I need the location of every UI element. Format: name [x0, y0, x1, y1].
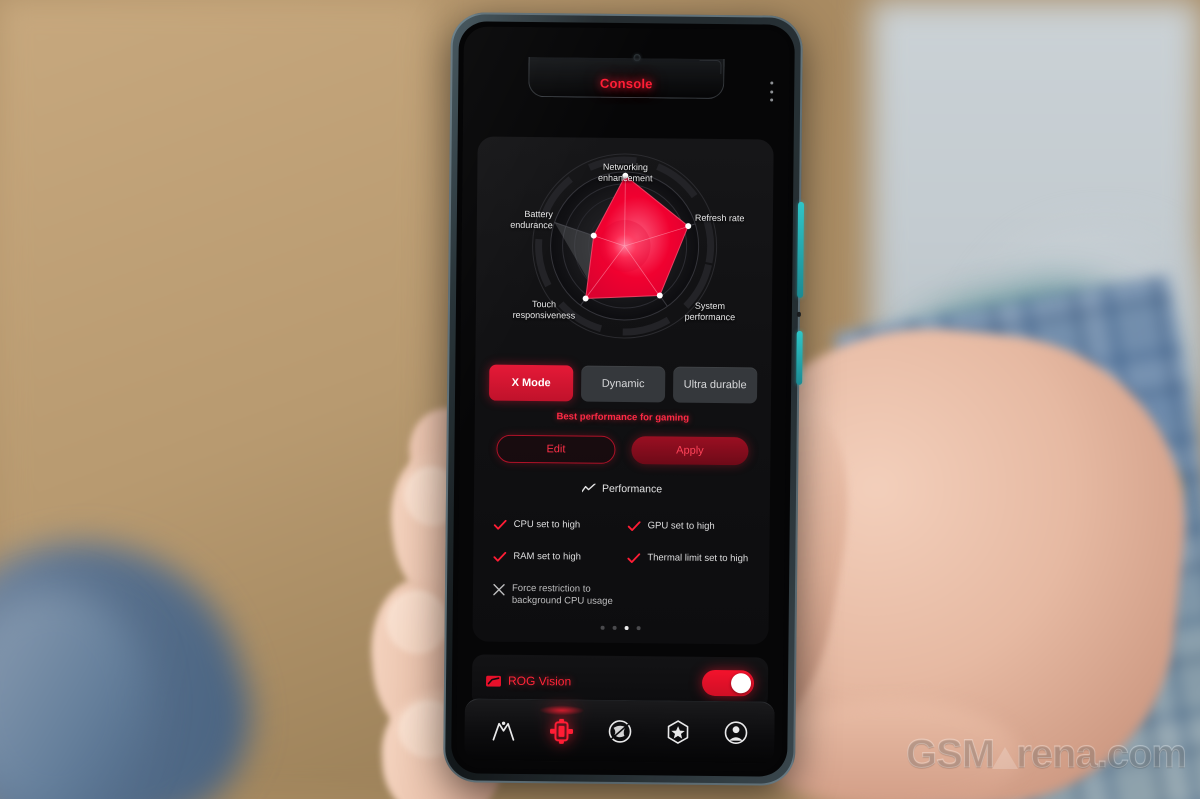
check-icon: [493, 551, 507, 562]
edit-button[interactable]: Edit: [496, 434, 616, 464]
checklist-item-label: Thermal limit set to high: [647, 552, 749, 565]
console-icon: [550, 718, 574, 744]
watermark-triangle-icon: [992, 746, 1019, 769]
mode-button-x-mode[interactable]: X Mode: [488, 364, 574, 402]
phone-screen: Console Networking enhancement Refresh r…: [456, 26, 790, 772]
star-badge-icon: [667, 720, 688, 744]
checklist-item: RAM set to high: [487, 541, 621, 574]
mode-description: Best performance for gaming: [556, 411, 690, 424]
bottom-navigation: [464, 698, 775, 764]
checklist-item-label: GPU set to high: [647, 520, 715, 532]
kebab-menu-icon[interactable]: [769, 81, 773, 102]
performance-checklist: CPU set to high GPU set to high RAM set …: [487, 509, 756, 620]
trending-line-icon: [581, 483, 596, 493]
checklist-item: Thermal limit set to high: [621, 542, 755, 575]
console-card: Networking enhancement Refresh rate Syst…: [472, 136, 774, 645]
toggle-knob: [730, 673, 752, 694]
watermark-right: rena.com: [1016, 732, 1188, 777]
rog-vision-left: ROG Vision: [486, 673, 572, 689]
checklist-item: GPU set to high: [622, 510, 756, 543]
armoury-crate-icon: [492, 721, 515, 741]
app-topbar: Console: [463, 56, 789, 107]
armoury-crate-app: Console Networking enhancement Refresh r…: [456, 26, 790, 771]
radar-axis-label-touch-responsiveness: Touch responsiveness: [512, 299, 576, 321]
globe-icon: [608, 720, 631, 743]
radar-axis-label-refresh-rate: Refresh rate: [694, 212, 745, 224]
rog-vision-toggle[interactable]: [701, 669, 755, 697]
sidebar-item-rewards[interactable]: [656, 711, 698, 753]
check-icon: [493, 519, 507, 530]
sidebar-item-profile[interactable]: [714, 711, 756, 753]
page-dot[interactable]: [636, 626, 641, 631]
checklist-item-label: RAM set to high: [513, 550, 581, 563]
cross-icon: [493, 583, 505, 596]
action-buttons: Edit Apply: [496, 434, 749, 466]
radar-axis-label-networking: Networking enhancement: [597, 161, 653, 184]
page-indicator[interactable]: [473, 624, 769, 631]
radar-axis-label-system-performance: System performance: [684, 300, 736, 323]
sidebar-item-armoury-crate[interactable]: [482, 709, 524, 751]
checklist-item-label: CPU set to high: [513, 518, 581, 531]
performance-heading: Performance: [474, 481, 770, 496]
mode-selector: X Mode Dynamic Ultra durable: [488, 364, 758, 404]
watermark: GSM rena.com: [906, 732, 1188, 777]
profile-icon: [724, 721, 747, 744]
check-icon: [627, 521, 641, 532]
rog-vision-label: ROG Vision: [507, 673, 572, 689]
sidebar-item-community[interactable]: [598, 710, 640, 752]
mode-button-ultra-durable[interactable]: Ultra durable: [672, 366, 758, 404]
apply-button[interactable]: Apply: [631, 436, 749, 466]
page-dot[interactable]: [612, 625, 617, 630]
active-nav-glow: [538, 704, 585, 716]
page-dot[interactable]: [600, 625, 605, 630]
checklist-item: Force restriction to background CPU usag…: [487, 573, 621, 618]
page-title: Console: [599, 75, 653, 92]
phone-bezel: Console Networking enhancement Refresh r…: [451, 21, 795, 777]
checklist-item: CPU set to high: [488, 509, 622, 542]
performance-heading-label: Performance: [601, 482, 663, 496]
power-button[interactable]: [796, 330, 803, 385]
checklist-item-label: Force restriction to background CPU usag…: [511, 582, 613, 607]
mode-button-dynamic[interactable]: Dynamic: [580, 365, 666, 403]
volume-button[interactable]: [797, 201, 805, 298]
sidebar-item-console[interactable]: [538, 704, 585, 752]
page-dot-active[interactable]: [624, 626, 629, 631]
radar-chart: Networking enhancement Refresh rate Syst…: [476, 140, 774, 351]
radar-axis-label-battery-endurance: Battery endurance: [510, 208, 553, 231]
watermark-left: GSM: [906, 732, 996, 777]
check-icon: [627, 553, 641, 564]
microphone-hole: [796, 311, 801, 317]
phone-device: Console Networking enhancement Refresh r…: [442, 12, 805, 786]
rog-vision-icon: [486, 675, 502, 687]
